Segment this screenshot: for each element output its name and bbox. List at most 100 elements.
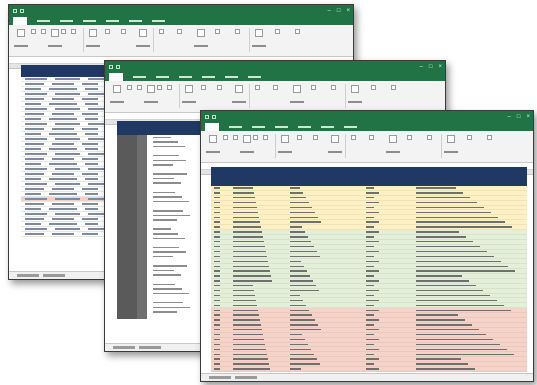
table-cell[interactable] <box>363 333 414 336</box>
tab[interactable] <box>156 76 169 78</box>
table-cell[interactable] <box>363 309 414 311</box>
table-cell[interactable] <box>413 245 527 248</box>
table-cell[interactable] <box>211 338 230 341</box>
quick-access-save-icon[interactable] <box>205 115 209 119</box>
table-cell[interactable] <box>287 358 363 360</box>
table-cell[interactable] <box>230 285 287 287</box>
table-cell[interactable] <box>211 255 230 258</box>
ribbon-button-icon[interactable] <box>351 85 359 93</box>
ribbon-button-icon[interactable] <box>273 85 278 90</box>
table-cell[interactable] <box>230 329 287 331</box>
table-cell[interactable] <box>363 280 414 282</box>
table-cell[interactable] <box>363 236 414 238</box>
ribbon-button-icon[interactable] <box>51 29 59 37</box>
table-cell[interactable] <box>230 187 287 189</box>
table-cell[interactable] <box>413 294 527 297</box>
quick-access-undo-icon[interactable] <box>20 9 24 13</box>
table-cell[interactable] <box>287 309 363 311</box>
table-cell[interactable] <box>211 353 230 355</box>
ribbon-button-icon[interactable] <box>391 85 396 90</box>
table-cell[interactable] <box>230 333 287 336</box>
table-cell[interactable] <box>413 260 527 262</box>
table-cell[interactable] <box>363 338 414 341</box>
table-cell[interactable] <box>211 304 230 307</box>
table-cell[interactable] <box>287 289 363 292</box>
table-cell[interactable] <box>363 250 414 253</box>
table-cell[interactable] <box>211 270 230 272</box>
table-cell[interactable] <box>230 270 287 272</box>
tab[interactable] <box>129 20 142 22</box>
table-cell[interactable] <box>413 231 527 233</box>
table-cell[interactable] <box>287 304 363 307</box>
table-cell[interactable] <box>413 192 527 194</box>
table-cell[interactable] <box>363 260 414 262</box>
table-cell[interactable] <box>363 206 414 209</box>
table-cell[interactable] <box>363 294 414 297</box>
tab[interactable] <box>152 20 165 22</box>
table-cell[interactable] <box>363 226 414 228</box>
ribbon-button-icon[interactable] <box>31 29 36 34</box>
table-cell[interactable] <box>211 265 230 267</box>
table-cell[interactable] <box>413 289 527 292</box>
table-cell[interactable] <box>363 304 414 307</box>
table-cell[interactable] <box>211 299 230 302</box>
table-cell[interactable] <box>211 241 230 243</box>
table-cell[interactable] <box>363 270 414 272</box>
table-cell[interactable] <box>287 275 363 277</box>
ribbon-button-icon[interactable] <box>223 135 228 140</box>
table-cell[interactable] <box>413 241 527 243</box>
excel-window-front[interactable]: – □ × <box>200 110 534 382</box>
tab[interactable] <box>37 20 50 22</box>
table-cell[interactable] <box>363 201 414 204</box>
table-cell[interactable] <box>363 197 414 199</box>
table-cell[interactable] <box>230 343 287 346</box>
ribbon-button-icon[interactable] <box>121 29 126 34</box>
table-cell[interactable] <box>363 216 414 218</box>
table-cell[interactable] <box>230 192 287 194</box>
table-cell[interactable] <box>230 250 287 253</box>
table-cell[interactable] <box>363 285 414 287</box>
table-cell[interactable] <box>230 324 287 326</box>
table-cell[interactable] <box>363 324 414 326</box>
ribbon-button-icon[interactable] <box>71 29 76 34</box>
sheet-tab[interactable] <box>17 274 39 277</box>
ribbon-button-icon[interactable] <box>389 135 397 143</box>
table-cell[interactable] <box>211 192 230 194</box>
maximize-icon[interactable]: □ <box>429 64 433 70</box>
tab-file[interactable] <box>205 123 219 131</box>
table-cell[interactable] <box>211 314 230 316</box>
table-cell[interactable] <box>230 201 287 204</box>
ribbon-button-icon[interactable] <box>243 135 251 143</box>
table-cell[interactable] <box>287 201 363 204</box>
table-cell[interactable] <box>287 206 363 209</box>
table-cell[interactable] <box>413 285 527 287</box>
table-cell[interactable] <box>211 358 230 360</box>
sheet-tab[interactable] <box>113 346 135 349</box>
ribbon-button-icon[interactable] <box>197 29 205 37</box>
table-cell[interactable] <box>287 241 363 243</box>
table-cell[interactable] <box>211 333 230 336</box>
table-cell[interactable] <box>211 231 230 233</box>
table-cell[interactable] <box>363 343 414 346</box>
sheet-tab[interactable] <box>209 376 231 379</box>
ribbon-button-icon[interactable] <box>147 85 155 93</box>
ribbon-button-icon[interactable] <box>127 85 132 90</box>
ribbon-button-icon[interactable] <box>255 85 260 90</box>
table-cell[interactable] <box>230 294 287 297</box>
table-cell[interactable] <box>413 299 527 302</box>
table-cell[interactable] <box>287 255 363 258</box>
ribbon-button-icon[interactable] <box>407 135 412 140</box>
table-cell[interactable] <box>230 211 287 214</box>
ribbon-button-icon[interactable] <box>253 135 258 140</box>
ribbon-button-icon[interactable] <box>105 29 110 34</box>
table-cell[interactable] <box>230 231 287 233</box>
table-cell[interactable] <box>211 216 230 218</box>
table-cell[interactable] <box>363 319 414 321</box>
quick-access-undo-icon[interactable] <box>212 115 216 119</box>
table-cell[interactable] <box>363 211 414 214</box>
ribbon-button-icon[interactable] <box>263 135 268 140</box>
ribbon-button-icon[interactable] <box>331 85 336 90</box>
ribbon-button-icon[interactable] <box>281 135 289 143</box>
ribbon-button-icon[interactable] <box>297 135 302 140</box>
ribbon-button-icon[interactable] <box>209 135 217 143</box>
